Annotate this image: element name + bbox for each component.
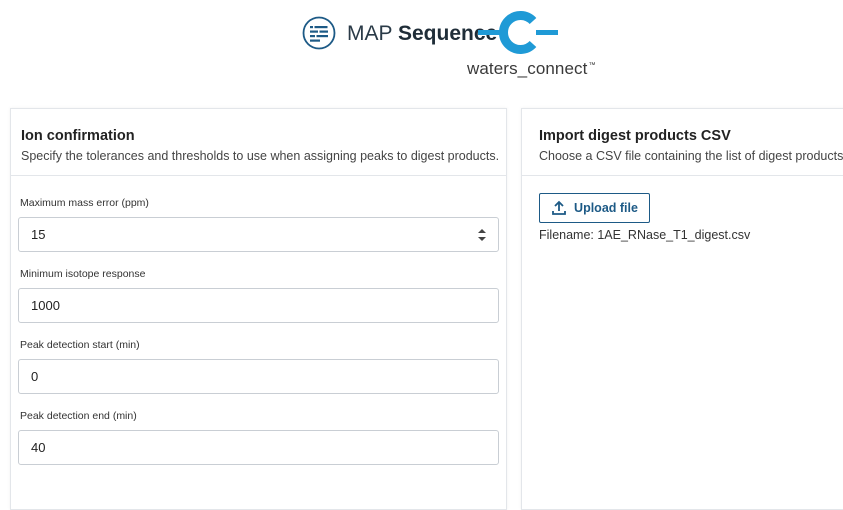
- brand-name: waters_connect™: [467, 59, 596, 78]
- panel-subtitle: Specify the tolerances and thresholds to…: [21, 149, 500, 163]
- input-value: 1000: [31, 298, 60, 313]
- list-icon: [302, 16, 336, 50]
- import-digest-panel: Import digest products CSV Choose a CSV …: [521, 108, 843, 510]
- peak-detection-start-input[interactable]: 0: [18, 359, 499, 394]
- waters-connect-logo: [478, 11, 558, 54]
- peak-detection-end-input[interactable]: 40: [18, 430, 499, 465]
- field-label: Peak detection end (min): [20, 410, 137, 422]
- min-isotope-response-input[interactable]: 1000: [18, 288, 499, 323]
- input-value: 40: [31, 440, 46, 455]
- app-title: MAP Sequence: [347, 22, 498, 45]
- panel-header: Ion confirmation Specify the tolerances …: [11, 109, 506, 176]
- panel-title: Import digest products CSV: [539, 128, 731, 144]
- input-value: 15: [31, 227, 46, 242]
- min-isotope-response-field: Minimum isotope response 1000: [18, 268, 499, 323]
- ion-confirmation-panel: Ion confirmation Specify the tolerances …: [10, 108, 507, 510]
- upload-file-button[interactable]: Upload file: [539, 193, 650, 223]
- panel-header: Import digest products CSV Choose a CSV …: [522, 109, 843, 176]
- upload-icon: [552, 200, 566, 215]
- stepper-icon[interactable]: [478, 228, 486, 241]
- field-label: Maximum mass error (ppm): [20, 197, 149, 209]
- peak-detection-end-field: Peak detection end (min) 40: [18, 410, 499, 465]
- filename-text: Filename: 1AE_RNase_T1_digest.csv: [539, 228, 751, 242]
- input-value: 0: [31, 369, 39, 384]
- field-label: Peak detection start (min): [20, 339, 140, 351]
- field-label: Minimum isotope response: [20, 268, 146, 280]
- panel-title: Ion confirmation: [21, 128, 135, 144]
- max-mass-error-input[interactable]: 15: [18, 217, 499, 252]
- max-mass-error-field: Maximum mass error (ppm) 15: [18, 197, 499, 252]
- upload-label: Upload file: [574, 201, 638, 215]
- panel-subtitle: Choose a CSV file containing the list of…: [539, 149, 843, 163]
- header: MAP Sequence waters_connect™: [0, 0, 843, 100]
- peak-detection-start-field: Peak detection start (min) 0: [18, 339, 499, 394]
